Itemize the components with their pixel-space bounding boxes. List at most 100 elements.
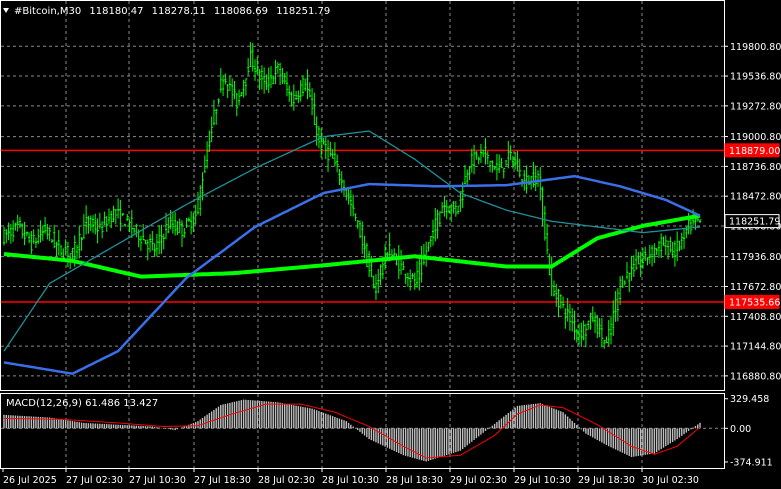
candle — [509, 145, 513, 161]
candle — [158, 225, 161, 255]
candle — [498, 154, 501, 174]
candle — [470, 148, 474, 173]
support-price-tag: 117535.66 — [724, 294, 780, 309]
candle — [358, 220, 362, 239]
ytick-label: 119272.80 — [730, 101, 781, 112]
current-price-tag: 118251.79 — [724, 214, 780, 229]
candle — [48, 227, 52, 242]
candle — [614, 291, 618, 322]
candle — [5, 228, 8, 244]
candle — [233, 80, 236, 100]
candle — [532, 161, 535, 188]
candle — [256, 56, 259, 75]
macd-ytick-label: -374.911 — [730, 457, 773, 468]
candle — [295, 90, 298, 101]
candle — [101, 221, 104, 239]
candle — [621, 275, 624, 288]
main-pane-border — [0, 0, 725, 391]
candle — [589, 312, 592, 330]
candle — [276, 62, 280, 74]
candle — [242, 79, 246, 98]
candle — [368, 250, 371, 278]
candle — [582, 320, 586, 341]
candle — [354, 213, 357, 222]
candle — [263, 67, 266, 94]
candle — [651, 245, 654, 267]
candle — [212, 99, 216, 126]
candle — [400, 249, 403, 275]
candle — [76, 244, 79, 259]
candle — [260, 65, 264, 90]
triangle-down-icon[interactable] — [3, 8, 9, 13]
candle — [425, 241, 428, 267]
candle — [244, 78, 248, 96]
candle — [374, 274, 378, 301]
xtick-label: 29 Jul 02:30 — [450, 475, 507, 486]
candle — [308, 82, 312, 98]
candle — [327, 139, 330, 172]
candle — [9, 224, 13, 244]
macd-label: MACD(12,26,9) 61.486 13.427 — [6, 398, 158, 409]
candle — [662, 236, 665, 247]
candle — [628, 272, 631, 293]
candle — [290, 91, 294, 107]
candle — [505, 160, 508, 166]
candle — [112, 205, 116, 223]
price-tag-label: 117535.66 — [729, 297, 780, 308]
candle — [247, 58, 250, 76]
candle — [473, 144, 476, 175]
candle — [126, 214, 129, 221]
ytick-label: 119000.80 — [730, 132, 781, 143]
candle — [404, 273, 408, 285]
candle — [438, 211, 442, 227]
chart-canvas[interactable]: 119800.80 119536.80 119272.80 119000.80 1187… — [0, 0, 781, 489]
price-tag-label: 118251.79 — [729, 217, 780, 228]
candle — [34, 237, 38, 248]
candle — [568, 303, 572, 331]
candle — [292, 84, 296, 111]
candle — [491, 160, 494, 173]
candle — [468, 165, 472, 180]
xtick-label: 27 Jul 02:30 — [66, 475, 123, 486]
candle — [288, 85, 291, 102]
chart-header: #Bitcoin,M30 118180.47 118278.11 118086.… — [3, 6, 330, 17]
candle — [377, 268, 380, 294]
candle — [219, 68, 223, 93]
candle — [534, 165, 538, 192]
candle — [96, 218, 100, 244]
candle — [454, 200, 458, 217]
candle — [429, 235, 433, 248]
candle — [155, 233, 159, 257]
candle — [66, 241, 70, 268]
candle — [648, 244, 652, 264]
candle — [525, 165, 529, 194]
chart-window: { "header": { "icon": "triangle-down-ico… — [0, 0, 781, 489]
candle — [475, 151, 478, 160]
candle — [133, 227, 136, 234]
candle — [600, 317, 604, 348]
candle — [536, 170, 540, 187]
candle — [285, 71, 289, 97]
candle — [329, 141, 332, 157]
candle — [258, 69, 262, 91]
candle — [251, 42, 255, 72]
candle — [25, 231, 29, 237]
candle — [30, 230, 33, 255]
candle — [167, 217, 170, 234]
candle — [315, 116, 319, 146]
candle — [3, 226, 6, 246]
candle — [28, 232, 31, 244]
xtick-label: 27 Jul 10:30 — [129, 475, 186, 486]
candle — [85, 205, 88, 235]
candle — [210, 116, 214, 143]
ytick-label: 116880.80 — [730, 371, 781, 382]
candle — [457, 205, 460, 215]
candle — [107, 208, 111, 225]
ytick-label: 117144.80 — [730, 342, 781, 353]
candle — [591, 306, 595, 323]
header-low: 118086.69 — [214, 6, 268, 17]
candle — [231, 78, 234, 107]
candle — [564, 308, 567, 329]
candle — [336, 154, 339, 173]
candle — [338, 169, 341, 186]
